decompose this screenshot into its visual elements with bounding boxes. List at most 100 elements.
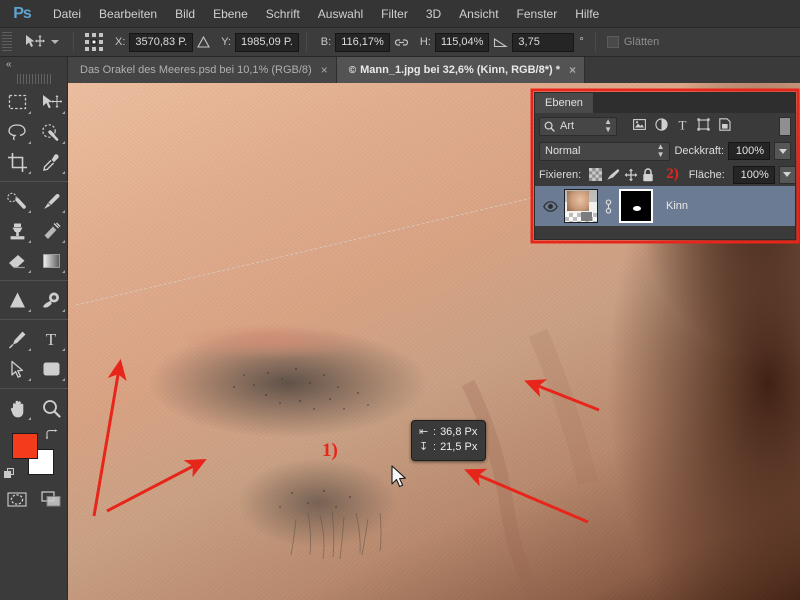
close-icon[interactable]: × — [569, 64, 576, 76]
smooth-checkbox[interactable]: Glätten — [606, 36, 660, 48]
relative-position-icon[interactable] — [197, 36, 211, 48]
lock-all-icon[interactable] — [642, 167, 654, 182]
spot-healing-brush-tool[interactable] — [0, 186, 34, 216]
zoom-tool[interactable] — [34, 393, 68, 423]
layers-filter-row: Art ▲ ▼ T — [535, 113, 795, 139]
type-tool[interactable]: T — [34, 324, 68, 354]
options-divider — [73, 32, 74, 52]
transform-hud-tooltip: ⇤ : 36,8 Px ↧ : 21,5 Px — [411, 420, 487, 461]
eye-icon[interactable] — [541, 200, 559, 212]
menu-item-hilfe[interactable]: Hilfe — [566, 0, 608, 28]
vertical-offset-value: 21,5 Px — [440, 441, 478, 453]
fill-value[interactable]: 100% — [732, 165, 775, 184]
gradient-tool[interactable] — [34, 246, 68, 276]
default-colors-icon[interactable] — [4, 468, 15, 479]
close-icon[interactable]: × — [321, 64, 328, 76]
quick-selection-tool[interactable] — [34, 117, 68, 147]
move-tool[interactable] — [34, 87, 68, 117]
svg-text:T: T — [679, 118, 687, 131]
menu-item-schrift[interactable]: Schrift — [257, 0, 309, 28]
brush-tool[interactable] — [34, 186, 68, 216]
rectangle-tool[interactable] — [34, 354, 68, 384]
tool-preset-caret-icon[interactable] — [51, 40, 59, 44]
copyright-icon: © — [348, 64, 357, 76]
x-label: X: — [115, 36, 126, 48]
menu-item-bearbeiten[interactable]: Bearbeiten — [90, 0, 166, 28]
menu-item-bild[interactable]: Bild — [166, 0, 204, 28]
blend-mode-row: Normal ▲ ▼ Deckkraft: 100% — [535, 139, 795, 163]
tools-collapse-button[interactable]: « — [0, 57, 67, 72]
link-icon[interactable] — [603, 198, 614, 214]
filter-kind-dropdown[interactable]: Art ▲ ▼ — [539, 116, 617, 136]
tools-panel-grip[interactable] — [16, 74, 51, 84]
opacity-dropdown-arrow[interactable] — [774, 142, 791, 160]
lock-image-pixels-icon[interactable] — [606, 167, 620, 182]
options-bar: X: 3570,83 P. Y: 1985,09 P. B: 116,17% H… — [0, 28, 800, 57]
menu-item-ansicht[interactable]: Ansicht — [450, 0, 507, 28]
clone-stamp-tool[interactable] — [0, 216, 34, 246]
y-field[interactable]: 1985,09 P. — [235, 32, 299, 52]
fill-control: Fläche: 100% — [689, 165, 796, 184]
lock-position-icon[interactable] — [624, 167, 638, 182]
layer-mask-thumbnail[interactable] — [619, 189, 653, 223]
tab-ebenen[interactable]: Ebenen — [535, 93, 593, 113]
move-tool-icon[interactable] — [22, 32, 48, 53]
swap-colors-icon[interactable] — [45, 429, 58, 444]
screen-mode-button[interactable] — [34, 485, 68, 513]
blend-mode-dropdown[interactable]: Normal ▲ ▼ — [539, 141, 671, 161]
smooth-label: Glätten — [623, 36, 660, 48]
options-divider-2 — [305, 32, 307, 52]
layers-panel[interactable]: Ebenen Art ▲ ▼ T Normal ▲ ▼ Deckkraft: 1… — [534, 92, 796, 240]
lasso-tool[interactable] — [0, 117, 34, 147]
foreground-color-swatch[interactable] — [12, 433, 38, 459]
path-selection-tool[interactable] — [0, 354, 34, 384]
reference-point-icon[interactable] — [85, 32, 104, 52]
menu-item-fenster[interactable]: Fenster — [508, 0, 567, 28]
height-field[interactable]: 115,04% — [434, 32, 490, 52]
chevron-updown-icon[interactable]: ▲ ▼ — [657, 143, 665, 159]
eraser-tool[interactable] — [0, 246, 34, 276]
layers-list: Kinn — [535, 186, 795, 226]
pen-tool[interactable] — [0, 324, 34, 354]
link-constrain-icon[interactable] — [394, 37, 409, 48]
rectangular-marquee-tool[interactable] — [0, 87, 34, 117]
document-tab-mann1[interactable]: © Mann_1.jpg bei 32,6% (Kinn, RGB/8*) * … — [336, 57, 585, 83]
x-field[interactable]: 3570,83 P. — [129, 32, 194, 52]
hand-tool[interactable] — [0, 393, 34, 423]
menu-item-ebene[interactable]: Ebene — [204, 0, 257, 28]
lock-transparent-pixels-icon[interactable] — [589, 167, 603, 182]
layers-panel-tab-row: Ebenen — [535, 93, 795, 113]
hud-colon: : — [433, 426, 437, 438]
vertical-offset-icon: ↧ — [419, 441, 429, 453]
angle-field[interactable]: 3,75 — [512, 32, 575, 52]
menu-item-datei[interactable]: Datei — [44, 0, 90, 28]
options-bar-grip[interactable] — [2, 32, 12, 52]
tools-divider-1 — [0, 181, 68, 182]
type-layer-filter-icon[interactable]: T — [677, 118, 688, 134]
menu-item-3d[interactable]: 3D — [417, 0, 450, 28]
layer-row-kinn[interactable]: Kinn — [535, 186, 795, 226]
shape-layer-filter-icon[interactable] — [697, 118, 710, 134]
eyedropper-tool[interactable] — [34, 147, 68, 177]
width-label: B: — [320, 36, 332, 48]
fill-dropdown-arrow[interactable] — [778, 165, 796, 184]
smart-object-filter-icon[interactable] — [719, 118, 731, 134]
filter-enable-toggle[interactable] — [779, 116, 791, 136]
adjustment-layer-filter-icon[interactable] — [655, 118, 668, 134]
pixel-layer-filter-icon[interactable] — [633, 119, 646, 133]
quick-mask-button[interactable] — [0, 485, 34, 513]
filter-kind-label: Art — [560, 120, 575, 132]
history-brush-tool[interactable] — [34, 216, 68, 246]
document-tab-orakel[interactable]: Das Orakel des Meeres.psd bei 10,1% (RGB… — [68, 57, 337, 83]
chevron-updown-icon[interactable]: ▲ ▼ — [604, 118, 612, 134]
smooth-checkbox-box[interactable] — [606, 36, 619, 48]
dodge-tool[interactable] — [34, 285, 68, 315]
menu-item-filter[interactable]: Filter — [372, 0, 417, 28]
width-field[interactable]: 116,17% — [335, 32, 390, 52]
layer-thumbnail[interactable] — [564, 189, 598, 223]
menu-item-auswahl[interactable]: Auswahl — [309, 0, 372, 28]
blur-tool[interactable] — [0, 285, 34, 315]
crop-tool[interactable] — [0, 147, 34, 177]
rotate-angle-icon[interactable] — [493, 36, 509, 48]
opacity-value[interactable]: 100% — [728, 142, 770, 160]
